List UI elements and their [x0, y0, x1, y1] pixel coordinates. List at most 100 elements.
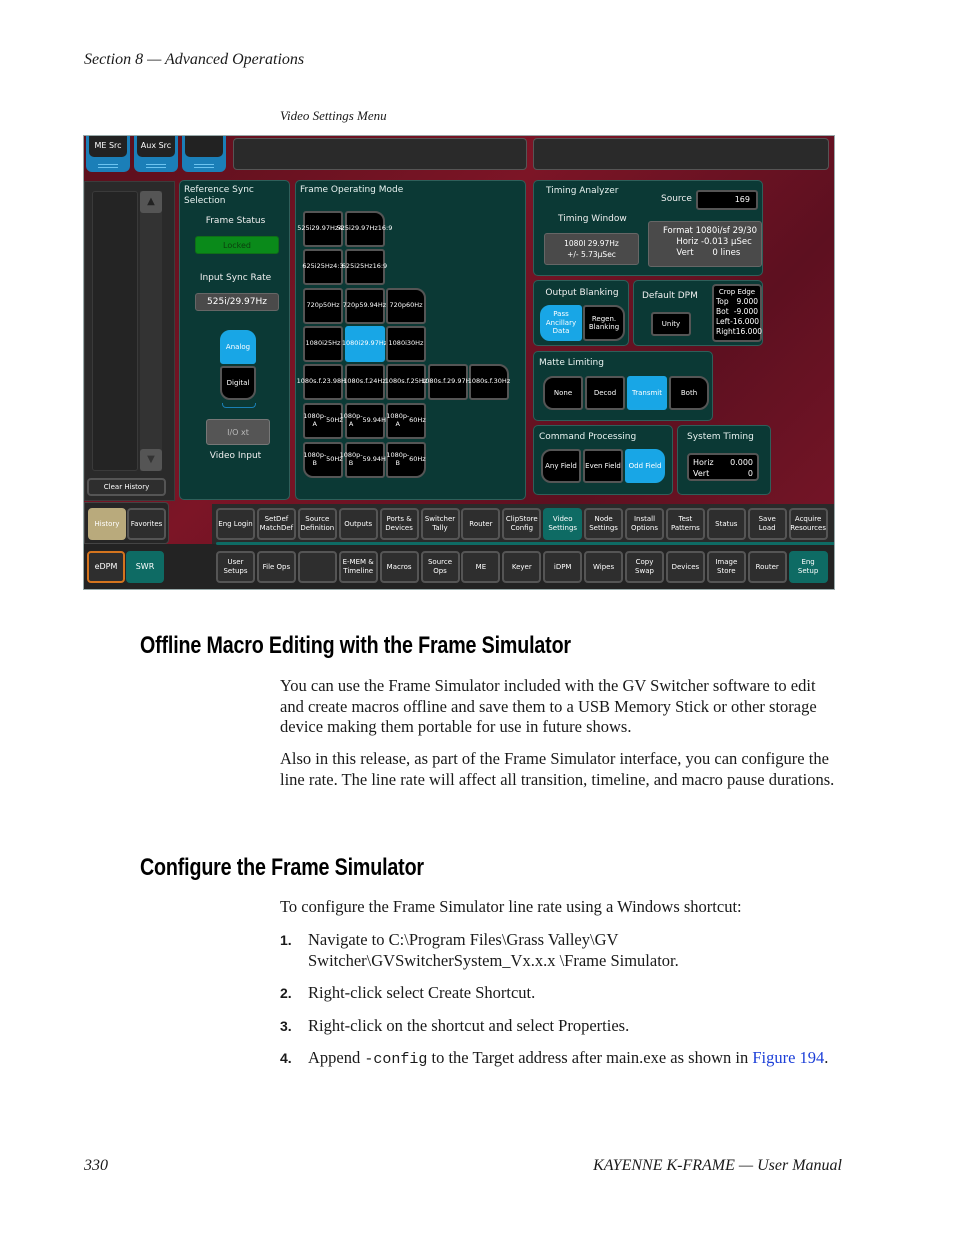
nav-button-test-patterns[interactable]: Test Patterns	[665, 508, 705, 540]
nav-button-acquire-resources[interactable]: Acquire Resources	[788, 508, 828, 540]
timing-analyzer-title: Timing Analyzer	[546, 186, 619, 196]
step-2: 2. Right-click select Create Shortcut.	[280, 983, 850, 1005]
figure-caption: Video Settings Menu	[280, 108, 387, 123]
nav-button-source-ops[interactable]: Source Ops	[420, 551, 460, 583]
frame-mode-button[interactable]: 525i 29.97Hz 16:9	[337, 211, 392, 247]
matte-option-transmit[interactable]: Transmit	[627, 376, 667, 410]
frame-mode-button[interactable]: 1080p-B 50Hz	[303, 442, 343, 478]
frame-mode-button[interactable]: 1080i 30Hz	[386, 326, 426, 362]
frame-mode-button[interactable]: 1080s.f. 23.98Hz	[297, 364, 349, 400]
nav-button-image-store[interactable]: Image Store	[706, 551, 746, 583]
nav-button-source-definition[interactable]: Source Definition	[297, 508, 337, 540]
nav-button-eng-login[interactable]: Eng Login	[216, 508, 255, 540]
frame-mode-button[interactable]: 720p 60Hz	[386, 288, 426, 324]
scroll-down-icon[interactable]: ▼	[140, 449, 162, 471]
frame-mode-button[interactable]: 720p 50Hz	[303, 288, 343, 324]
matte-option-both[interactable]: Both	[669, 376, 709, 410]
analog-button[interactable]: Analog	[220, 330, 256, 364]
nav-button-me[interactable]: ME	[461, 551, 501, 583]
source-button[interactable]: 169	[696, 190, 758, 210]
frame-mode-button[interactable]: 1080p-B 60Hz	[386, 442, 426, 478]
nav-button-save-load[interactable]: Save Load	[747, 508, 787, 540]
command-option-even-field[interactable]: Even Field	[583, 449, 623, 483]
nav-button-router[interactable]: Router	[461, 508, 501, 540]
nav-button-devices[interactable]: Devices	[665, 551, 705, 583]
regen-blanking-button[interactable]: Regen. Blanking	[583, 305, 625, 341]
frame-mode-label: 1080i	[388, 339, 407, 348]
frame-mode-label: 29.97Hz	[360, 339, 388, 348]
nav-button-node-settings[interactable]: Node Settings	[584, 508, 624, 540]
unity-button[interactable]: Unity	[651, 312, 691, 336]
matte-option-decod[interactable]: Decod	[585, 376, 625, 410]
nav-button-eng-setup[interactable]: Eng Setup	[788, 551, 828, 583]
step-4: 4. Append -config to the Target address …	[280, 1048, 850, 1090]
footer-title: KAYENNE K-FRAME — User Manual	[593, 1157, 842, 1174]
frame-mode-button[interactable]: 1080s.f. 29.97Hz	[421, 364, 474, 400]
reference-sync-title: Reference Sync Selection	[184, 185, 254, 206]
nav-divider	[216, 542, 834, 545]
section-heading-configure: Configure the Frame Simulator	[140, 854, 424, 881]
nav-button-wipes[interactable]: Wipes	[584, 551, 624, 583]
nav-button-clipstore-config[interactable]: ClipStore Config	[502, 508, 542, 540]
nav-button-blank[interactable]	[297, 551, 337, 583]
frame-mode-label: 525i	[297, 224, 312, 233]
frame-mode-button[interactable]: 1080s.f. 25Hz	[385, 364, 427, 400]
clear-history-button[interactable]: Clear History	[87, 478, 166, 496]
pass-ancillary-button[interactable]: Pass Ancillary Data	[540, 305, 582, 341]
figure-194-link[interactable]: Figure 194	[752, 1048, 824, 1067]
frame-mode-button[interactable]: 625i 25Hz 16:9	[342, 249, 387, 285]
nav-button-keyer[interactable]: Keyer	[502, 551, 542, 583]
frame-mode-label: 1080p-A	[386, 412, 410, 428]
io-xt-label: I/O xt	[227, 427, 249, 437]
nav-button-copy-swap[interactable]: Copy Swap	[625, 551, 664, 583]
nav-button-status[interactable]: Status	[706, 508, 746, 540]
history-scrollbar[interactable]: ▲ ▼	[140, 191, 162, 471]
frame-mode-button[interactable]: 625i 25Hz 4:3	[302, 249, 344, 285]
frame-mode-label: 525i	[336, 224, 351, 233]
nav-button-user-setups[interactable]: User Setups	[216, 551, 255, 583]
frame-mode-button[interactable]: 1080p-A 50Hz	[303, 403, 343, 439]
matte-limiting-title: Matte Limiting	[539, 358, 604, 368]
nav-button-macros[interactable]: Macros	[379, 551, 419, 583]
frame-mode-label: 25Hz	[323, 339, 341, 348]
frame-mode-button[interactable]: 1080p-B 59.94Hz	[340, 442, 389, 478]
nav-button-switcher-tally[interactable]: Switcher Tally	[420, 508, 460, 540]
frame-mode-button[interactable]: 1080s.f. 24Hz	[343, 364, 386, 400]
frame-mode-label: 60Hz	[409, 416, 426, 425]
frame-mode-button[interactable]: 1080s.f. 30Hz	[468, 364, 510, 400]
nav-button-idpm[interactable]: iDPM	[543, 551, 583, 583]
command-option-any-field[interactable]: Any Field	[541, 449, 581, 483]
frame-mode-button[interactable]: 1080p-A 60Hz	[386, 403, 426, 439]
frame-mode-label: 1080s.f.	[296, 377, 323, 386]
swr-button[interactable]: SWR	[126, 551, 164, 583]
nav-button-install-options[interactable]: Install Options	[625, 508, 664, 540]
edpm-button[interactable]: eDPM	[87, 551, 125, 583]
digital-label: Digital	[226, 378, 250, 387]
io-xt-button[interactable]: I/O xt	[206, 419, 270, 445]
scroll-up-icon[interactable]: ▲	[140, 191, 162, 213]
nav-button-video-settings[interactable]: Video Settings	[543, 508, 583, 540]
nav-button-e-mem-timeline[interactable]: E-MEM & Timeline	[338, 551, 378, 583]
step-text: Right-click select Create Shortcut.	[308, 983, 536, 1002]
nav-button-ports-devices[interactable]: Ports & Devices	[379, 508, 419, 540]
matte-option-none[interactable]: None	[543, 376, 583, 410]
step-text: Right-click on the shortcut and select P…	[308, 1016, 630, 1035]
blank-src-button[interactable]	[182, 136, 226, 172]
nav-button-outputs[interactable]: Outputs	[338, 508, 378, 540]
frame-mode-button[interactable]: 1080i 25Hz	[303, 326, 343, 362]
frame-mode-button[interactable]: 1080p-A 59.94Hz	[340, 403, 389, 439]
nav-button-file-ops[interactable]: File Ops	[256, 551, 296, 583]
command-option-odd-field[interactable]: Odd Field	[625, 449, 665, 483]
aux-src-button[interactable]: Aux Src	[134, 136, 178, 172]
me-src-button[interactable]: ME Src	[86, 136, 130, 172]
regen-blanking-label: Regen. Blanking	[588, 314, 620, 331]
nav-button-setdef-matchdef[interactable]: SetDef MatchDef	[256, 508, 296, 540]
step-text: Append -config to the Target address aft…	[308, 1048, 829, 1068]
frame-mode-button[interactable]: 720p 59.94Hz	[343, 288, 386, 324]
history-list[interactable]	[92, 191, 138, 471]
frame-mode-label: 720p	[306, 301, 323, 310]
nav-button-router[interactable]: Router	[747, 551, 787, 583]
frame-mode-button[interactable]: 1080i 29.97Hz	[342, 326, 388, 362]
frame-operating-mode-panel: Frame Operating Mode 525i 29.97Hz 4:3 525i 2…	[295, 180, 526, 500]
digital-button[interactable]: Digital	[220, 366, 256, 400]
